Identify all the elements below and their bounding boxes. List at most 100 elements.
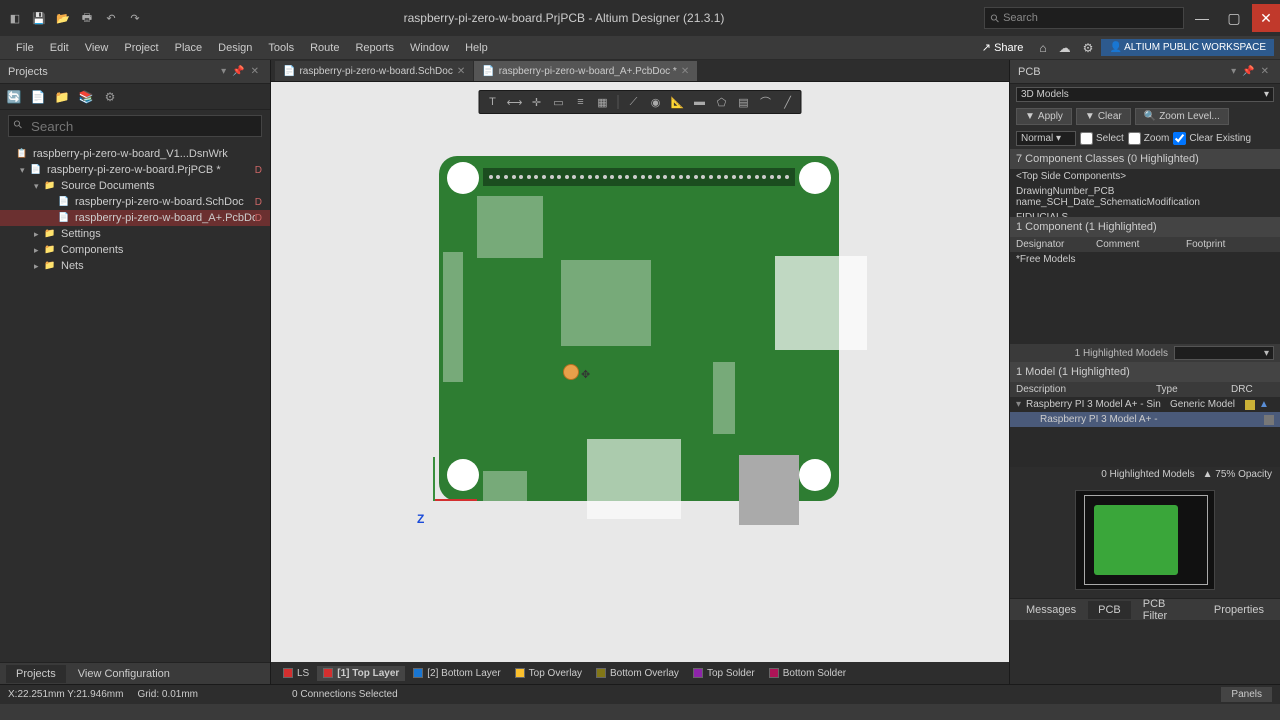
share-button[interactable]: ↗ Share bbox=[974, 39, 1032, 56]
grid-icon[interactable]: ▦ bbox=[594, 93, 612, 111]
zoom-checkbox[interactable]: Zoom bbox=[1128, 132, 1170, 145]
menu-route[interactable]: Route bbox=[302, 39, 347, 57]
crosshair-icon[interactable]: ✛ bbox=[528, 93, 546, 111]
panels-button[interactable]: Panels bbox=[1221, 687, 1272, 702]
minimap[interactable] bbox=[1075, 490, 1215, 590]
measure-icon[interactable]: 📐 bbox=[669, 93, 687, 111]
panel-pin-icon[interactable]: 📌 bbox=[1239, 66, 1257, 77]
panel-pin-icon[interactable]: 📌 bbox=[229, 66, 247, 77]
class-row[interactable]: <Top Side Components> bbox=[1010, 169, 1280, 184]
global-search[interactable]: ⚲ Search bbox=[984, 7, 1184, 29]
model-row-parent[interactable]: ▾ Raspberry PI 3 Model A+ - Sin Generic … bbox=[1010, 397, 1280, 412]
select-checkbox[interactable]: Select bbox=[1080, 132, 1124, 145]
menu-design[interactable]: Design bbox=[210, 39, 260, 57]
right-bottom-tab[interactable]: Messages bbox=[1016, 601, 1086, 619]
document-tab[interactable]: 📄raspberry-pi-zero-w-board.SchDoc✕ bbox=[275, 61, 473, 81]
home-icon[interactable]: ⌂ bbox=[1035, 41, 1050, 55]
col-description[interactable]: Description bbox=[1010, 382, 1150, 397]
layer-tab[interactable]: Top Solder bbox=[687, 666, 761, 681]
layer-tab[interactable]: Bottom Overlay bbox=[590, 666, 685, 681]
folder-icon[interactable]: 📁 bbox=[54, 89, 70, 105]
new-doc-icon[interactable]: 📄 bbox=[30, 89, 46, 105]
zoom-level-button[interactable]: 🔍Zoom Level... bbox=[1135, 108, 1229, 125]
menu-window[interactable]: Window bbox=[402, 39, 457, 57]
tab-close-icon[interactable]: ✕ bbox=[457, 66, 465, 77]
clear-button[interactable]: ▼Clear bbox=[1076, 108, 1131, 125]
tree-item[interactable]: ▸📁Components bbox=[0, 242, 270, 258]
menu-edit[interactable]: Edit bbox=[42, 39, 77, 57]
route-icon[interactable]: ⟋ bbox=[625, 93, 643, 111]
class-row[interactable]: DrawingNumber_PCB name_SCH_Date_Schemati… bbox=[1010, 184, 1280, 210]
component-row[interactable]: *Free Models bbox=[1010, 252, 1280, 267]
panel-dropdown-icon[interactable]: ▾ bbox=[1228, 66, 1239, 77]
polygon-icon[interactable]: ⬠ bbox=[713, 93, 731, 111]
maximize-button[interactable]: ▢ bbox=[1220, 4, 1248, 32]
layer-tab[interactable]: LS bbox=[277, 666, 315, 681]
refresh-icon[interactable]: 🔄 bbox=[6, 89, 22, 105]
col-type[interactable]: Type bbox=[1150, 382, 1225, 397]
opacity-indicator[interactable]: ▲ 75% Opacity bbox=[1203, 469, 1272, 480]
menu-reports[interactable]: Reports bbox=[347, 39, 402, 57]
menu-place[interactable]: Place bbox=[167, 39, 211, 57]
layer-icon[interactable]: ▤ bbox=[735, 93, 753, 111]
layer-tab[interactable]: Top Overlay bbox=[509, 666, 588, 681]
tree-item[interactable]: 📄raspberry-pi-zero-w-board.SchDocD bbox=[0, 194, 270, 210]
tree-item[interactable]: ▸📁Nets bbox=[0, 258, 270, 274]
tab-close-icon[interactable]: ✕ bbox=[681, 66, 689, 77]
mask-mode-select[interactable]: Normal ▾ bbox=[1016, 131, 1076, 146]
cloud-icon[interactable]: ☁ bbox=[1055, 41, 1075, 55]
document-tab[interactable]: 📄raspberry-pi-zero-w-board_A+.PcbDoc *✕ bbox=[474, 61, 697, 81]
compile-icon[interactable]: 📚 bbox=[78, 89, 94, 105]
text-tool-icon[interactable]: T bbox=[484, 93, 502, 111]
menu-project[interactable]: Project bbox=[116, 39, 166, 57]
left-bottom-tab[interactable]: Projects bbox=[6, 665, 66, 683]
panel-mode-select[interactable]: 3D Models ▾ bbox=[1016, 87, 1274, 102]
minimize-button[interactable]: — bbox=[1188, 4, 1216, 32]
projects-search-input[interactable] bbox=[8, 115, 262, 137]
panel-close-icon[interactable]: ✕ bbox=[1258, 66, 1272, 77]
menu-help[interactable]: Help bbox=[457, 39, 496, 57]
pcb-canvas[interactable]: T ⟷ ✛ ▭ ≡ ▦ ⟋ ◉ 📐 ▬ ⬠ ▤ ⌒ ╱ bbox=[271, 82, 1009, 662]
undo-icon[interactable]: ↶ bbox=[102, 9, 120, 27]
class-row[interactable]: FIDUCIALS bbox=[1010, 210, 1280, 217]
panel-dropdown-icon[interactable]: ▾ bbox=[218, 66, 229, 77]
tree-item[interactable]: ▸📁Settings bbox=[0, 226, 270, 242]
col-footprint[interactable]: Footprint bbox=[1180, 237, 1280, 252]
layer-tab[interactable]: Bottom Solder bbox=[763, 666, 852, 681]
menu-file[interactable]: File bbox=[8, 39, 42, 57]
workspace-selector[interactable]: 👤 ALTIUM PUBLIC WORKSPACE bbox=[1101, 39, 1274, 56]
tree-item[interactable]: ▾📄raspberry-pi-zero-w-board.PrjPCB *D bbox=[0, 162, 270, 178]
right-bottom-tab[interactable]: PCB bbox=[1088, 601, 1131, 619]
pcb-board[interactable]: ✥ bbox=[439, 156, 839, 501]
align-icon[interactable]: ≡ bbox=[572, 93, 590, 111]
open-icon[interactable]: 📂 bbox=[54, 9, 72, 27]
panel-close-icon[interactable]: ✕ bbox=[248, 66, 262, 77]
menu-tools[interactable]: Tools bbox=[260, 39, 302, 57]
model-row-child[interactable]: Raspberry PI 3 Model A+ - bbox=[1010, 412, 1280, 427]
print-icon[interactable]: 🖶 bbox=[78, 9, 96, 27]
right-bottom-tab[interactable]: Properties bbox=[1204, 601, 1274, 619]
col-designator[interactable]: Designator bbox=[1010, 237, 1090, 252]
tree-item[interactable]: 📋raspberry-pi-zero-w-board_V1...DsnWrk bbox=[0, 146, 270, 162]
apply-button[interactable]: ▼Apply bbox=[1016, 108, 1072, 125]
menu-view[interactable]: View bbox=[77, 39, 117, 57]
redo-icon[interactable]: ↷ bbox=[126, 9, 144, 27]
arc-icon[interactable]: ⌒ bbox=[757, 93, 775, 111]
dimension-icon[interactable]: ⟷ bbox=[506, 93, 524, 111]
via-icon[interactable]: ◉ bbox=[647, 93, 665, 111]
col-comment[interactable]: Comment bbox=[1090, 237, 1180, 252]
save-icon[interactable]: 💾 bbox=[30, 9, 48, 27]
right-bottom-tab[interactable]: PCB Filter bbox=[1133, 595, 1202, 625]
tree-item[interactable]: 📄raspberry-pi-zero-w-board_A+.PcbDoc *D bbox=[0, 210, 270, 226]
layer-tab[interactable]: [2] Bottom Layer bbox=[407, 666, 506, 681]
clear-existing-checkbox[interactable]: Clear Existing bbox=[1173, 132, 1251, 145]
settings-icon[interactable]: ⚙ bbox=[1079, 41, 1098, 55]
gear-icon[interactable]: ⚙ bbox=[102, 89, 118, 105]
models-dropdown[interactable]: ▾ bbox=[1174, 346, 1274, 360]
line-icon[interactable]: ╱ bbox=[779, 93, 797, 111]
col-drc[interactable]: DRC bbox=[1225, 382, 1280, 397]
close-button[interactable]: ✕ bbox=[1252, 4, 1280, 32]
tree-item[interactable]: ▾📁Source Documents bbox=[0, 178, 270, 194]
layer-tab[interactable]: [1] Top Layer bbox=[317, 666, 405, 681]
left-bottom-tab[interactable]: View Configuration bbox=[68, 665, 180, 683]
